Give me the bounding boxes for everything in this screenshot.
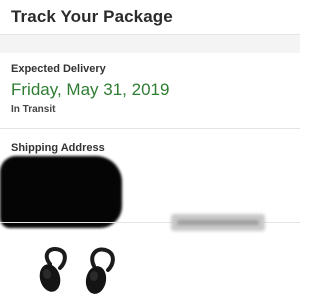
- redacted-tracking-info: [171, 214, 265, 231]
- expected-delivery-label: Expected Delivery: [11, 63, 106, 75]
- section-band: [0, 35, 300, 53]
- delivery-date: Friday, May 31, 2019: [11, 80, 170, 99]
- shipping-address-label: Shipping Address: [11, 142, 105, 154]
- section-divider: [0, 128, 300, 129]
- page-title: Track Your Package: [11, 7, 173, 26]
- wireless-earbuds-icon: [39, 247, 115, 294]
- shipment-status: In Transit: [11, 104, 56, 115]
- header-bar: Track Your Package: [0, 0, 300, 35]
- redacted-address: [0, 156, 122, 228]
